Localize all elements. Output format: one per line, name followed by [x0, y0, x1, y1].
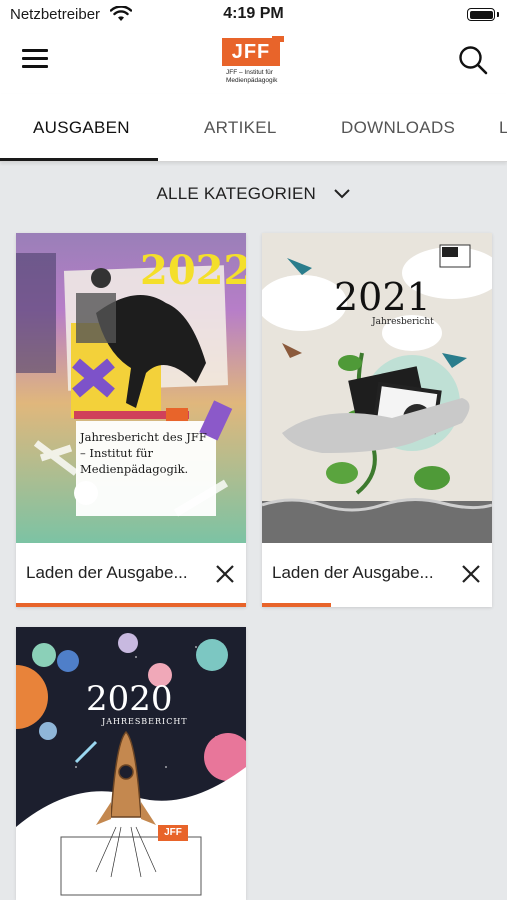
- download-progress: [262, 603, 492, 607]
- jff-logo: JFF JFF – Institut für Medienpädagogik: [220, 36, 290, 88]
- logo-flag: [272, 36, 284, 42]
- issue-card-2020[interactable]: 2020 JAHRESBERICHT JFF: [16, 627, 246, 900]
- cover-year-2020: 2020: [86, 679, 173, 719]
- download-progress-fill: [262, 603, 331, 607]
- tab-artikel[interactable]: ARTIKEL: [204, 118, 277, 138]
- cover-text-2022: Jahresbericht des JFF – Institut für Med…: [80, 430, 207, 476]
- battery-icon: [467, 8, 495, 21]
- status-bar: Netzbetreiber 4:19 PM: [0, 0, 507, 28]
- issue-footer-2021: Laden der Ausgabe...: [262, 543, 492, 607]
- battery-tip: [497, 12, 499, 17]
- download-progress-fill: [16, 603, 246, 607]
- issue-status-label: Laden der Ausgabe...: [26, 563, 188, 582]
- tab-bar: AUSGABEN ARTIKEL DOWNLOADS L: [0, 94, 507, 162]
- category-filter[interactable]: ALLE KATEGORIEN: [0, 184, 507, 210]
- logo-mark: JFF: [222, 38, 280, 66]
- app-bar: JFF JFF – Institut für Medienpädagogik: [0, 28, 507, 94]
- hamburger-menu-icon[interactable]: [20, 46, 50, 70]
- close-icon[interactable]: [214, 563, 236, 585]
- tab-overflow[interactable]: L: [499, 118, 507, 138]
- issue-cover-2022: 2022 Jahresbericht des JFF – Institut fü…: [16, 233, 246, 543]
- tab-ausgaben[interactable]: AUSGABEN: [33, 118, 130, 138]
- cover-subtitle-2021: Jahresbericht: [372, 317, 434, 327]
- issue-status-label: Laden der Ausgabe...: [272, 563, 434, 582]
- chevron-down-icon: [334, 189, 351, 199]
- cover-subtitle-2020: JAHRESBERICHT: [102, 717, 188, 726]
- category-filter-label: ALLE KATEGORIEN: [156, 184, 317, 203]
- issue-footer-2022: Laden der Ausgabe...: [16, 543, 246, 607]
- issue-cover-2021: 2021 Jahresbericht: [262, 233, 492, 543]
- tab-downloads[interactable]: DOWNLOADS: [341, 118, 455, 138]
- cover-year-2022: 2022: [140, 247, 246, 294]
- issue-card-2022[interactable]: 2022 Jahresbericht des JFF – Institut fü…: [16, 233, 246, 607]
- issue-card-2021[interactable]: 2021 Jahresbericht Laden der Ausgabe...: [262, 233, 492, 607]
- cover-logo-2020: JFF: [158, 825, 188, 841]
- close-icon[interactable]: [460, 563, 482, 585]
- download-progress: [16, 603, 246, 607]
- clock: 4:19 PM: [223, 5, 284, 22]
- logo-subtitle: JFF – Institut für Medienpädagogik: [226, 69, 278, 84]
- issue-cover-2020: 2020 JAHRESBERICHT JFF: [16, 627, 246, 900]
- active-tab-indicator: [0, 158, 158, 161]
- search-icon[interactable]: [457, 44, 489, 76]
- cover-year-2021: 2021: [334, 275, 431, 319]
